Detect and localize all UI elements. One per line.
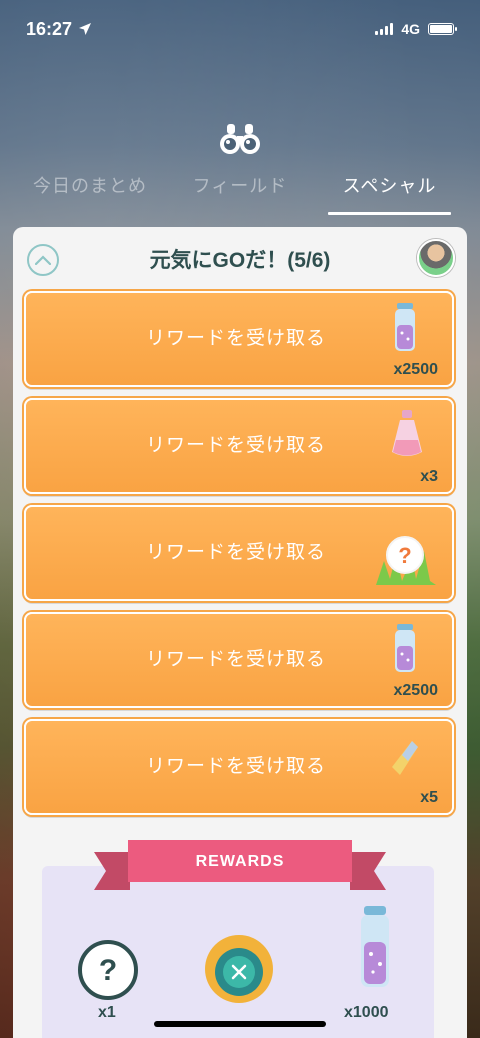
stardust-icon <box>395 624 415 672</box>
reward-label: リワードを受け取る <box>145 435 326 456</box>
reward-quantity: x2500 <box>393 361 439 378</box>
signal-icon <box>375 23 394 35</box>
battery-icon <box>428 23 457 35</box>
stardust-icon <box>361 906 389 987</box>
reward-label: リワードを受け取る <box>145 649 326 670</box>
reward-quantity: x2500 <box>393 682 439 699</box>
claim-reward-button-2[interactable]: リワードを受け取る x3 <box>24 398 454 494</box>
research-tabs: 今日のまとめ フィールド スペシャル <box>0 168 480 216</box>
tab-special[interactable]: スペシャル <box>328 168 451 208</box>
claim-reward-button-5[interactable]: リワードを受け取る x5 <box>24 719 454 815</box>
research-title: 元気にGOだ！(5/6) <box>149 249 331 272</box>
reward-label: リワードを受け取る <box>145 328 326 349</box>
claim-reward-button-1[interactable]: リワードを受け取る x2500 <box>24 291 454 387</box>
home-indicator[interactable] <box>154 1021 326 1027</box>
reward-quantity: x5 <box>420 789 438 806</box>
tab-field[interactable]: フィールド <box>176 168 304 208</box>
svg-text:?: ? <box>99 954 117 987</box>
stardust-icon <box>395 303 415 351</box>
mystery-encounter-icon: ? <box>78 940 138 1000</box>
professor-avatar[interactable] <box>417 239 455 277</box>
svg-text:?: ? <box>398 543 411 568</box>
rewards-title: REWARDS <box>195 853 285 870</box>
incense-icon <box>392 410 422 456</box>
binoculars-icon <box>220 124 260 154</box>
encounter-icon: ? <box>376 536 436 585</box>
reward-quantity: x1 <box>98 1004 116 1021</box>
network-type: 4G <box>401 21 420 37</box>
reward-quantity: x3 <box>420 468 438 485</box>
reward-label: リワードを受け取る <box>145 756 326 777</box>
claim-reward-button-3[interactable]: リワードを受け取る ? <box>24 505 454 601</box>
pokeball-capture-icon <box>205 935 273 1003</box>
location-arrow-icon <box>79 23 92 35</box>
reward-quantity: x1000 <box>344 1004 389 1021</box>
rare-candy-icon <box>392 741 418 775</box>
claim-reward-button-4[interactable]: リワードを受け取る x2500 <box>24 612 454 708</box>
active-tab-indicator <box>328 212 451 215</box>
status-bar: 16:27 4G <box>0 0 480 58</box>
panel-header: 元気にGOだ！(5/6) <box>13 227 467 289</box>
tab-today[interactable]: 今日のまとめ <box>20 168 160 208</box>
clock: 16:27 <box>26 18 73 39</box>
